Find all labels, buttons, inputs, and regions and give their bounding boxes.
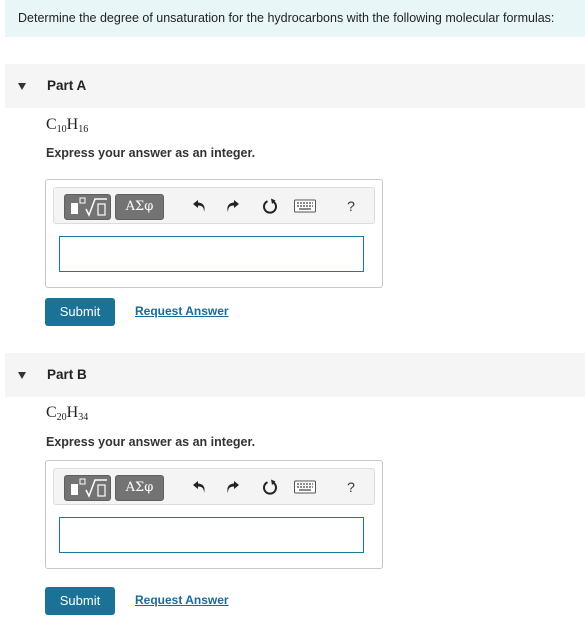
undo-button[interactable] <box>190 477 210 497</box>
keyboard-button[interactable] <box>293 477 317 497</box>
greek-symbols-button[interactable]: ΑΣφ <box>115 475 164 501</box>
part-a-math-toolbar: ΑΣφ ? <box>53 187 375 224</box>
redo-icon <box>227 200 239 212</box>
part-a-answer-box: ΑΣφ ? <box>45 179 383 288</box>
part-b-title: Part B <box>47 367 87 382</box>
part-a-instruction: Express your answer as an integer. <box>46 146 256 160</box>
undo-icon <box>193 481 205 493</box>
redo-button[interactable] <box>222 196 242 216</box>
undo-button[interactable] <box>190 196 210 216</box>
help-icon[interactable]: ? <box>341 196 361 216</box>
caret-down-icon <box>18 372 26 379</box>
part-a-request-answer-link[interactable]: Request Answer <box>135 304 229 318</box>
part-a-answer-input[interactable] <box>59 236 364 272</box>
undo-icon <box>193 200 205 212</box>
part-b-math-toolbar: ΑΣφ ? <box>53 468 375 505</box>
intro-text: Determine the degree of unsaturation for… <box>18 11 555 25</box>
part-b-instruction: Express your answer as an integer. <box>46 435 256 449</box>
part-a-header[interactable]: Part A <box>5 64 585 108</box>
keyboard-button[interactable] <box>293 196 317 216</box>
reset-button[interactable] <box>260 196 280 216</box>
caret-down-icon <box>18 83 26 90</box>
part-b-request-answer-link[interactable]: Request Answer <box>135 593 229 607</box>
keyboard-icon <box>294 199 316 213</box>
redo-button[interactable] <box>222 477 242 497</box>
reset-icon <box>263 479 277 495</box>
redo-icon <box>227 481 239 493</box>
part-a-title: Part A <box>47 78 87 93</box>
templates-button[interactable] <box>64 194 111 220</box>
part-b-submit-button[interactable]: Submit <box>45 587 115 615</box>
part-b-formula: C20H34 <box>46 404 89 423</box>
part-a-submit-button[interactable]: Submit <box>45 298 115 326</box>
help-icon[interactable]: ? <box>341 477 361 497</box>
reset-icon <box>263 198 277 214</box>
problem-intro: Determine the degree of unsaturation for… <box>5 0 585 37</box>
keyboard-icon <box>294 480 316 494</box>
templates-button[interactable] <box>64 475 111 501</box>
greek-symbols-button[interactable]: ΑΣφ <box>115 194 164 220</box>
part-a-formula: C10H16 <box>46 116 89 135</box>
templates-icon <box>71 478 107 498</box>
templates-icon <box>71 197 107 217</box>
part-b-answer-input[interactable] <box>59 517 364 553</box>
part-b-answer-box: ΑΣφ ? <box>45 460 383 569</box>
part-b-header[interactable]: Part B <box>5 353 585 397</box>
reset-button[interactable] <box>260 477 280 497</box>
